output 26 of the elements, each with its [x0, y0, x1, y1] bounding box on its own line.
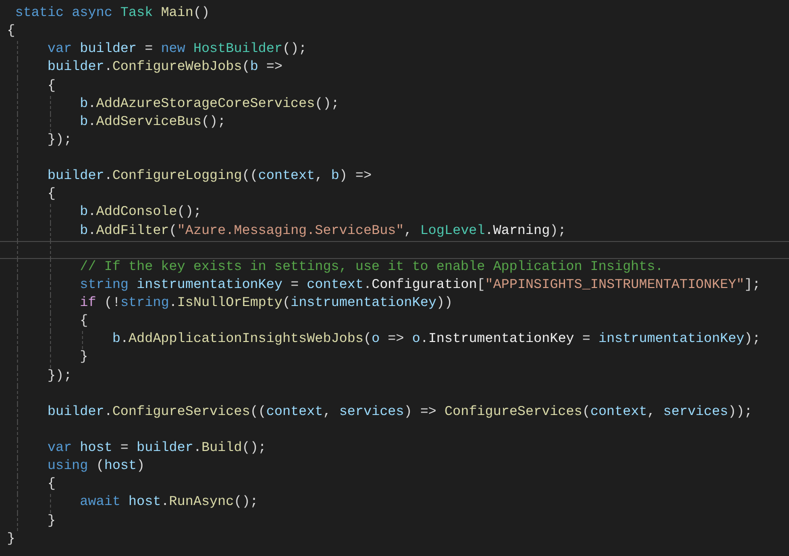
code-line: builder.ConfigureWebJobs(b => — [46, 59, 282, 78]
code-line: } — [7, 530, 16, 549]
code-line: b.AddServiceBus(); — [78, 114, 226, 132]
code-line: using (host) — [46, 458, 145, 476]
code-comment: // If the key exists in settings, use it to enable Application Insights. — [78, 258, 664, 277]
code-line: { — [46, 78, 56, 96]
code-line: b.AddAzureStorageCoreServices(); — [78, 96, 340, 114]
code-line: { — [46, 186, 56, 204]
code-line: string instrumentationKey = context.Configuration["APPINSIGHTS_INSTRUMENTATIONKEY"]; — [78, 276, 760, 295]
code-line: { — [46, 476, 56, 494]
code-line: builder.ConfigureServices((context, services) => ConfigureServices(context, services)); — [46, 404, 752, 422]
code-line: } — [46, 512, 56, 530]
code-line: await host.RunAsync(); — [78, 494, 258, 512]
code-line: var host = builder.Build(); — [46, 440, 266, 458]
code-line: b.AddConsole(); — [78, 204, 202, 222]
code-line: static async Task Main() — [14, 5, 210, 23]
code-line: { — [7, 23, 16, 42]
code-line: }); — [46, 368, 72, 386]
code-line: }); — [46, 132, 72, 150]
code-line: if (!string.IsNullOrEmpty(instrumentationKey)) — [78, 295, 453, 313]
code-line: b.AddApplicationInsightsWebJobs(o => o.InstrumentationKey = instrumentationKey); — [111, 331, 760, 350]
code-line: } — [78, 349, 88, 368]
code-line: { — [78, 313, 88, 332]
code-line: b.AddFilter("Azure.Messaging.ServiceBus", LogLevel.Warning); — [78, 222, 566, 240]
code-line: builder.ConfigureLogging((context, b) => — [46, 168, 372, 186]
code-line: var builder = new HostBuilder(); — [46, 41, 307, 60]
